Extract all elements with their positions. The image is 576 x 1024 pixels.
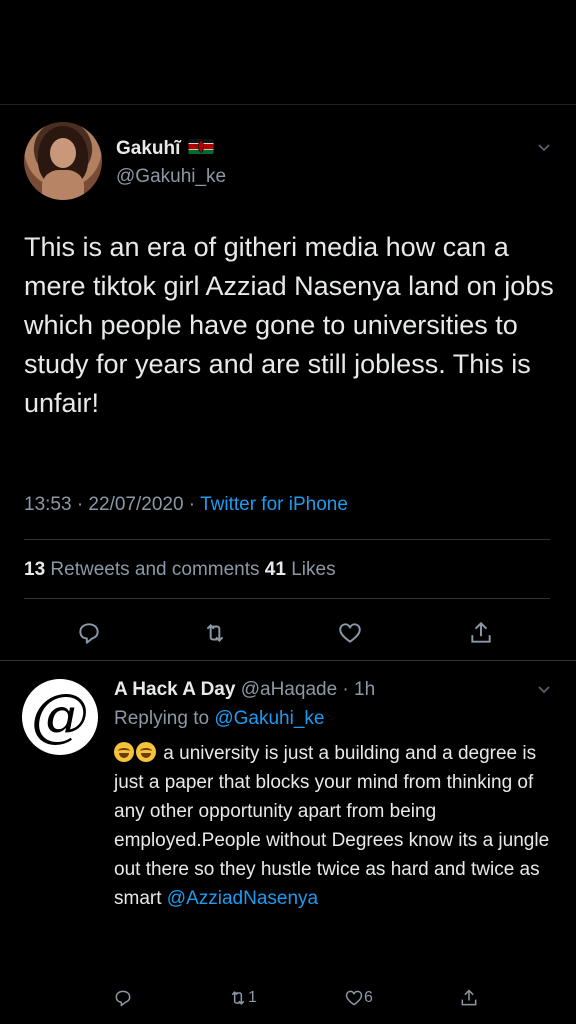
author-handle[interactable]: @Gakuhi_ke [116,166,226,188]
mention-link[interactable]: @AzziadNasenya [167,888,318,909]
tweet-stats: 13 Retweets and comments 41 Likes [24,559,336,581]
reply-author-name[interactable]: A Hack A Day [114,679,235,700]
top-bar [0,0,576,105]
main-tweet: Gakuhĩ @Gakuhi_ke This is an era of gith… [0,104,576,661]
like-count: 6 [364,989,373,1006]
share-icon[interactable] [468,620,494,646]
like-action[interactable]: 6 [344,987,373,1009]
kenya-flag-icon [188,139,214,155]
divider [24,539,550,540]
avatar[interactable]: @ [22,679,98,755]
share-action[interactable] [459,987,479,1009]
share-icon[interactable] [459,988,479,1008]
reply-body: a university is just a building and a de… [114,743,550,909]
retweet-icon[interactable] [228,988,248,1008]
avatar[interactable] [24,122,102,200]
reply-action[interactable] [113,987,133,1009]
retweet-count: 1 [248,989,257,1006]
likes-label[interactable]: Likes [286,559,335,580]
divider [24,598,550,599]
tweet-timestamp[interactable]: 13:53 · 22/07/2020 · [24,494,200,515]
reply-tweet: @ A Hack A Day @aHaqade · 1h Replying to… [0,661,576,1024]
reply-header: A Hack A Day @aHaqade · 1h [114,679,375,701]
reply-text: a university is just a building and a de… [114,739,554,913]
replying-handle[interactable]: @Gakuhi_ke [214,708,324,729]
replying-prefix: Replying to [114,708,215,729]
tweet-source[interactable]: Twitter for iPhone [200,494,348,515]
reply-handle-time[interactable]: @aHaqade · 1h [235,679,375,700]
reply-icon[interactable] [113,988,133,1008]
rofl-emoji-icon [114,742,134,762]
author-name-text[interactable]: Gakuhĩ [116,138,180,159]
retweet-action[interactable]: 1 [228,987,257,1009]
like-icon[interactable] [344,988,364,1008]
retweet-icon[interactable] [202,620,228,646]
author-name[interactable]: Gakuhĩ [116,138,214,160]
replying-to: Replying to @Gakuhi_ke [114,708,324,730]
chevron-down-icon[interactable] [537,683,551,697]
likes-count[interactable]: 41 [265,559,286,580]
reply-icon[interactable] [76,620,102,646]
retweets-label[interactable]: Retweets and comments [45,559,265,580]
tweet-text: This is an era of githeri media how can … [24,232,554,418]
retweets-count[interactable]: 13 [24,559,45,580]
tweet-meta: 13:53 · 22/07/2020 · Twitter for iPhone [24,494,348,516]
chevron-down-icon[interactable] [537,141,551,155]
like-icon[interactable] [337,620,363,646]
rofl-emoji-icon [136,742,156,762]
